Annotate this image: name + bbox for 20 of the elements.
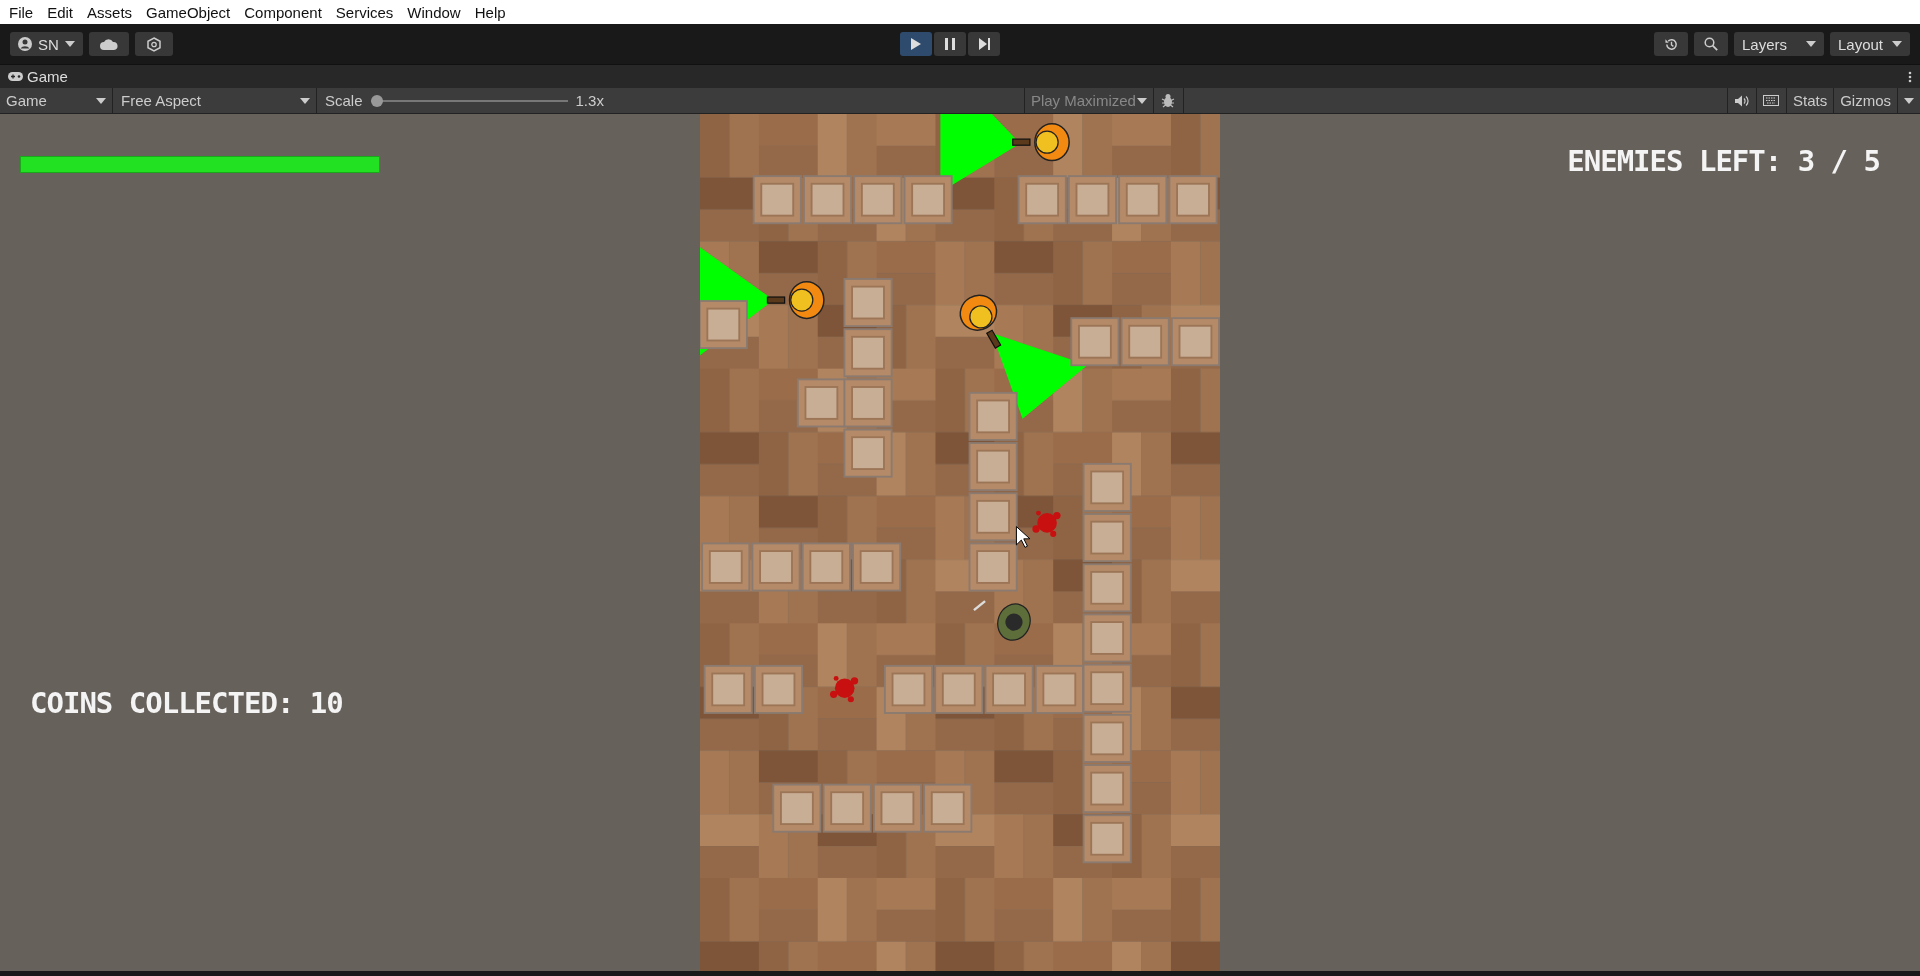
layout-dropdown[interactable]: Layout [1830, 32, 1910, 56]
enemies-left-text: ENEMIES LEFT: 3 / 5 [1567, 144, 1880, 178]
menu-item[interactable]: Edit [40, 3, 81, 21]
gizmos-button[interactable]: Gizmos [1834, 88, 1898, 113]
menu-item[interactable]: Window [400, 3, 468, 21]
menu-item[interactable]: GameObject [139, 3, 238, 21]
stats-button[interactable]: Stats [1786, 88, 1835, 113]
display-dropdown[interactable]: Game [0, 88, 113, 113]
scale-value: 1.3x [575, 92, 604, 109]
menu-item[interactable]: Component [237, 3, 329, 21]
menu-item[interactable]: Help [467, 3, 513, 21]
account-button[interactable]: SN [10, 32, 83, 56]
coins-collected-text: COINS COLLECTED: 10 [30, 686, 344, 720]
game-tab[interactable]: Game [8, 68, 68, 85]
layers-dropdown[interactable]: Layers [1734, 32, 1824, 56]
menu-item[interactable]: Assets [80, 3, 140, 21]
aspect-dropdown[interactable]: Free Aspect [113, 88, 317, 113]
menu-item[interactable]: File [2, 3, 41, 21]
scale-label: Scale [325, 92, 363, 109]
menu-item[interactable]: Services [328, 3, 401, 21]
